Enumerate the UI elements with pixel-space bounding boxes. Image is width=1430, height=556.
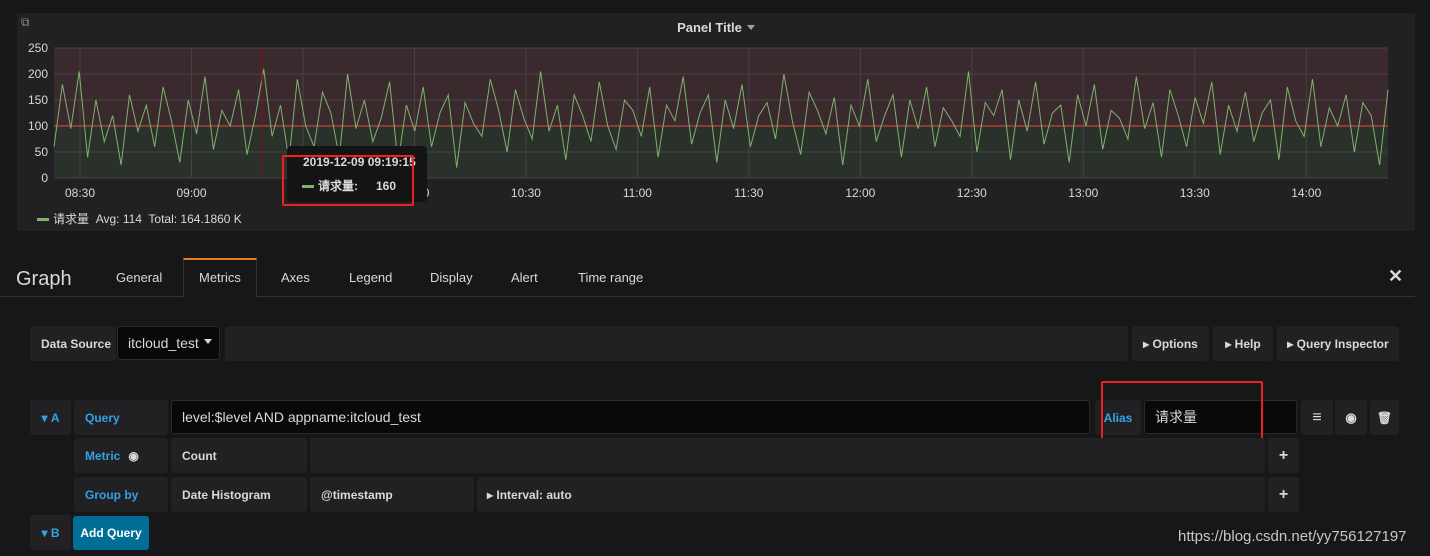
editor-title: Graph <box>16 268 72 290</box>
query-inspector-button[interactable]: ▸ Query Inspector <box>1277 326 1399 361</box>
graph-chart[interactable]: 05010015020025008:3009:0009:3010:0010:30… <box>0 0 1430 232</box>
query-b-toggle[interactable]: ▾ B <box>30 515 71 550</box>
y-tick-label: 50 <box>35 145 49 159</box>
x-tick-label: 12:00 <box>845 186 875 200</box>
interval-toggle[interactable]: ▸ Interval: auto <box>477 477 1265 512</box>
datasource-filler <box>225 326 1128 361</box>
y-tick-label: 0 <box>41 171 48 185</box>
tab-metrics[interactable]: Metrics <box>183 258 257 298</box>
legend-total: Total: 164.1860 K <box>148 212 242 226</box>
caret-down-icon <box>203 338 212 348</box>
tab-axes[interactable]: Axes <box>266 260 325 296</box>
options-button[interactable]: ▸ Options <box>1132 326 1209 361</box>
add-metric-icon[interactable]: + <box>1268 438 1299 473</box>
group-by-label: Group by <box>74 477 168 512</box>
x-tick-label: 11:00 <box>623 186 652 200</box>
watermark: https://blog.csdn.net/yy756127197 <box>1178 528 1407 545</box>
eye-icon[interactable]: ◉ <box>128 449 138 463</box>
group-by-type[interactable]: Date Histogram <box>171 477 307 512</box>
query-label: Query <box>74 400 168 435</box>
highlight-box <box>1101 381 1263 440</box>
y-tick-label: 150 <box>28 93 48 107</box>
x-tick-label: 13:30 <box>1180 186 1210 200</box>
x-tick-label: 14:00 <box>1291 186 1321 200</box>
tab-legend[interactable]: Legend <box>334 260 407 296</box>
metric-label: Metric ◉ <box>74 438 168 473</box>
y-tick-label: 200 <box>28 67 48 81</box>
x-tick-label: 09:00 <box>176 186 206 200</box>
x-tick-label: 10:30 <box>511 186 541 200</box>
x-tick-label: 08:30 <box>65 186 95 200</box>
metric-filler <box>310 438 1265 473</box>
x-tick-label: 11:30 <box>734 186 763 200</box>
legend-avg: Avg: 114 <box>95 212 142 226</box>
help-button[interactable]: ▸ Help <box>1213 326 1273 361</box>
y-tick-label: 100 <box>28 119 48 133</box>
highlight-box <box>282 155 414 206</box>
add-query-button[interactable]: Add Query <box>73 516 149 550</box>
series-color-icon <box>37 218 49 222</box>
legend[interactable]: 请求量 Avg: 114 Total: 164.1860 K <box>37 210 242 227</box>
y-tick-label: 250 <box>28 41 48 55</box>
group-by-field[interactable]: @timestamp <box>310 477 474 512</box>
tab-alert[interactable]: Alert <box>496 260 553 296</box>
add-group-icon[interactable]: + <box>1268 477 1299 512</box>
threshold-critical-region <box>54 48 1388 126</box>
close-icon[interactable]: ✕ <box>1388 266 1403 287</box>
x-tick-label: 13:00 <box>1068 186 1098 200</box>
datasource-label: Data Source <box>30 326 116 361</box>
tab-time-range[interactable]: Time range <box>563 260 658 296</box>
metric-type[interactable]: Count <box>171 438 307 473</box>
x-tick-label: 12:30 <box>957 186 987 200</box>
tab-display[interactable]: Display <box>415 260 488 296</box>
datasource-select[interactable]: itcloud_test <box>117 326 220 360</box>
trash-icon[interactable]: 🗑 <box>1370 400 1399 435</box>
legend-series[interactable]: 请求量 <box>53 212 89 226</box>
menu-icon[interactable]: ≡ <box>1301 400 1333 435</box>
tab-general[interactable]: General <box>101 260 177 296</box>
eye-icon[interactable]: ◉ <box>1335 400 1367 435</box>
query-a-toggle[interactable]: ▾ A <box>30 400 71 435</box>
query-input[interactable]: level:$level AND appname:itcloud_test <box>171 400 1090 434</box>
